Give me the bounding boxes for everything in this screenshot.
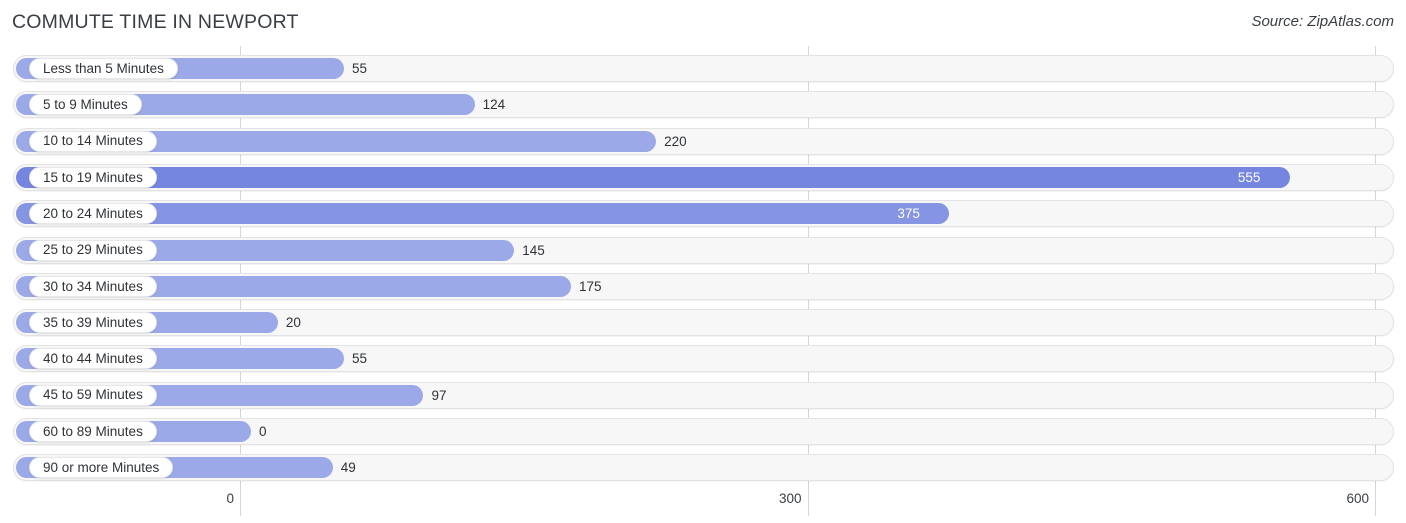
page-title: COMMUTE TIME IN NEWPORT [12, 11, 299, 33]
value-label: 145 [522, 242, 545, 258]
value-label: 124 [482, 97, 506, 113]
tick-mark-0 [240, 486, 241, 516]
category-pill[interactable]: 90 or more Minutes [29, 457, 174, 479]
value-label: 55 [352, 351, 368, 367]
category-pill[interactable]: 60 to 89 Minutes [29, 421, 157, 442]
bar-row[interactable]: 90 or more Minutes 49 [13, 454, 1394, 482]
category-label: 40 to 44 Minutes [43, 351, 143, 367]
bar-row[interactable]: 20 to 24 Minutes 375 [13, 200, 1394, 228]
value-label: 175 [579, 278, 602, 294]
chart-header: COMMUTE TIME IN NEWPORT Source: ZipAtlas… [0, 0, 1406, 46]
category-label: 45 to 59 Minutes [43, 387, 143, 403]
category-label: 60 to 89 Minutes [43, 423, 143, 439]
category-label: 20 to 24 Minutes [43, 205, 143, 221]
category-pill[interactable]: 15 to 19 Minutes [29, 166, 157, 188]
category-label: 15 to 19 Minutes [43, 169, 143, 185]
value-label: 20 [285, 315, 301, 331]
x-axis: 0 300 600 [0, 486, 1406, 523]
category-pill[interactable]: Less than 5 Minutes [29, 58, 178, 79]
category-label: Less than 5 Minutes [43, 60, 164, 76]
category-label: 25 to 29 Minutes [43, 242, 143, 258]
category-pill[interactable]: 25 to 29 Minutes [29, 239, 157, 261]
category-label: 35 to 39 Minutes [43, 314, 143, 330]
bar-row[interactable]: 25 to 29 Minutes 145 [13, 236, 1394, 264]
category-pill[interactable]: 20 to 24 Minutes [29, 203, 157, 225]
tick-mark-300 [807, 486, 809, 516]
value-label: 0 [259, 424, 267, 439]
value-bar[interactable] [16, 166, 1290, 188]
category-pill[interactable]: 10 to 14 Minutes [29, 130, 157, 152]
bar-row[interactable]: 35 to 39 Minutes 20 [13, 309, 1394, 337]
plot-area: Less than 5 Minutes 55 5 to 9 Minutes 124 10… [0, 46, 1406, 486]
value-label-inside: 555 [1237, 169, 1261, 185]
bar-row[interactable]: 40 to 44 Minutes 55 [13, 345, 1394, 373]
bar-row[interactable]: 45 to 59 Minutes 97 [13, 381, 1394, 409]
category-label: 10 to 14 Minutes [43, 133, 143, 149]
tick-label-300: 300 [778, 491, 802, 506]
value-label: 97 [431, 387, 447, 403]
tick-label-0: 0 [226, 491, 234, 506]
category-pill[interactable]: 5 to 9 Minutes [29, 94, 142, 116]
bar-rows: Less than 5 Minutes 55 5 to 9 Minutes 124 10… [0, 46, 1406, 486]
category-pill[interactable]: 30 to 34 Minutes [29, 275, 157, 297]
category-pill[interactable]: 40 to 44 Minutes [29, 348, 157, 370]
value-label: 49 [340, 460, 356, 476]
bar-row[interactable]: 10 to 14 Minutes 220 [13, 127, 1394, 155]
category-label: 30 to 34 Minutes [43, 278, 143, 294]
bar-row[interactable]: 60 to 89 Minutes 0 [13, 418, 1394, 445]
category-label: 90 or more Minutes [43, 460, 160, 476]
category-label: 5 to 9 Minutes [43, 97, 128, 113]
bar-row[interactable]: 15 to 19 Minutes 555 [13, 163, 1394, 191]
bar-row[interactable]: Less than 5 Minutes 55 [13, 55, 1394, 82]
value-label: 220 [664, 133, 687, 149]
tick-label-600: 600 [1346, 491, 1369, 506]
value-label-inside: 375 [897, 206, 920, 222]
bar-row[interactable]: 5 to 9 Minutes 124 [13, 91, 1394, 119]
value-label: 55 [352, 61, 368, 76]
category-pill[interactable]: 35 to 39 Minutes [29, 312, 157, 334]
source-attribution: Source: ZipAtlas.com [1251, 13, 1394, 30]
category-pill[interactable]: 45 to 59 Minutes [29, 384, 157, 406]
bar-row[interactable]: 30 to 34 Minutes 175 [13, 272, 1394, 300]
tick-mark-600 [1375, 486, 1376, 516]
